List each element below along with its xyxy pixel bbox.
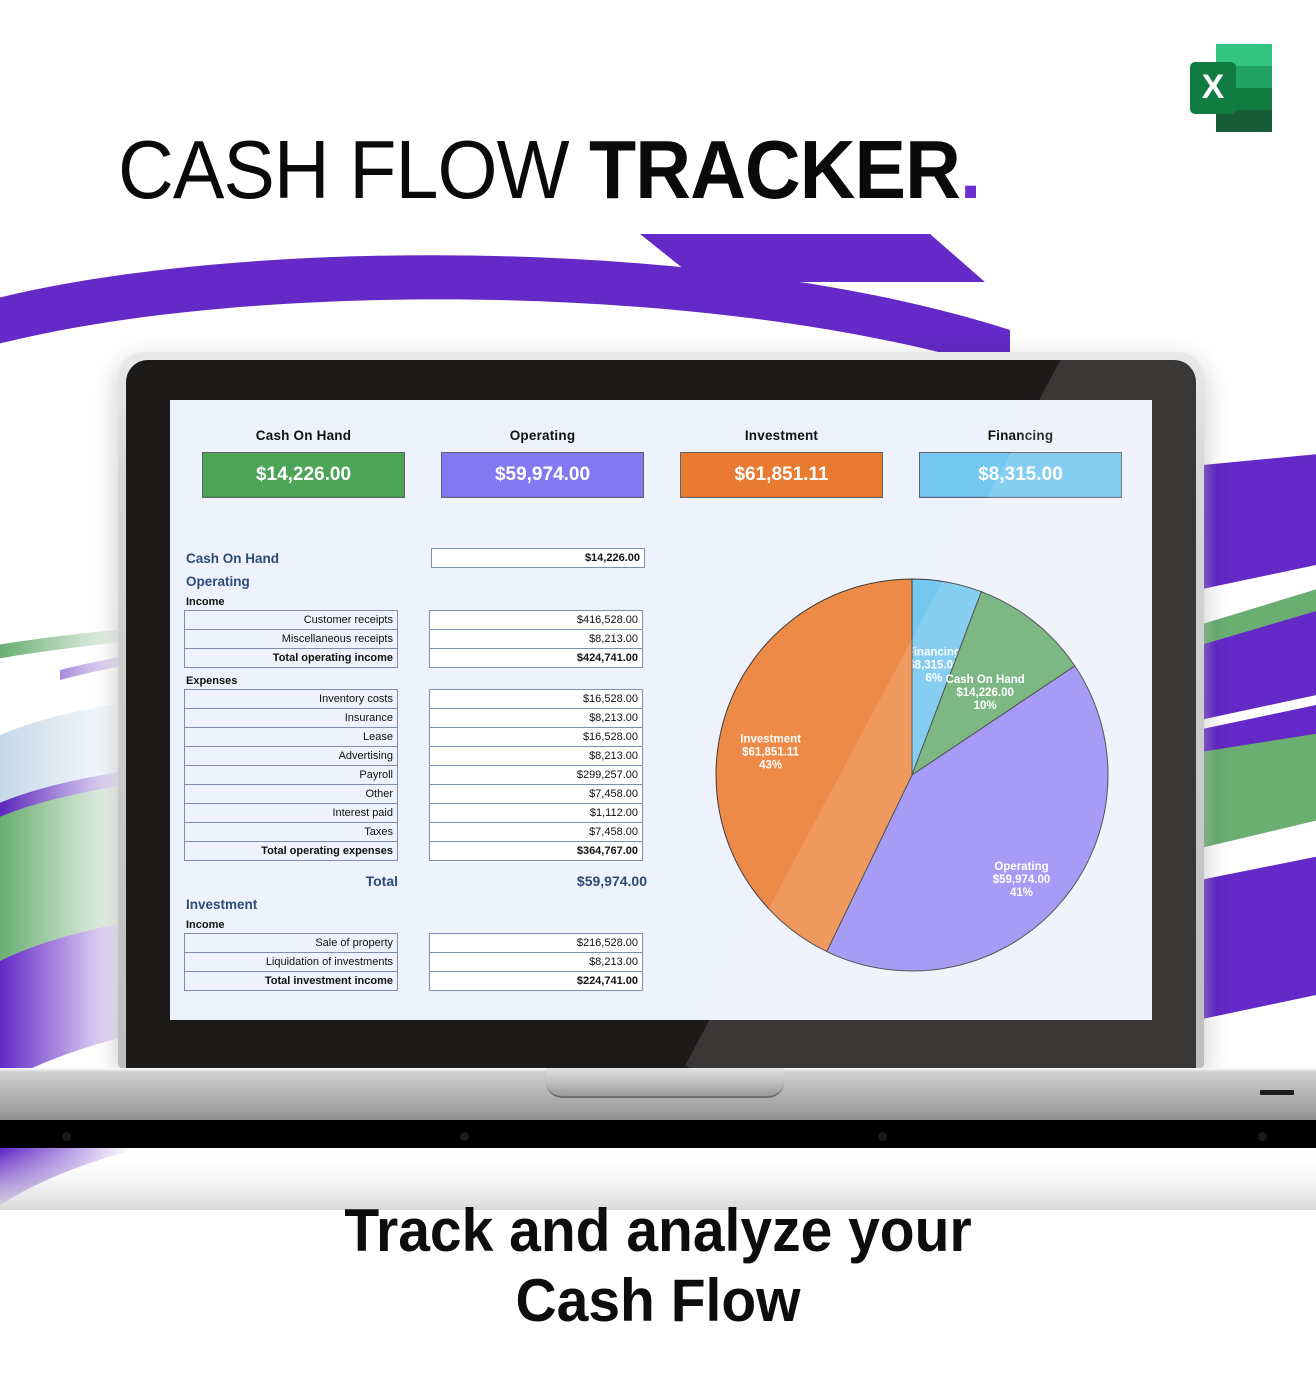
table-row[interactable]: Advertising $8,213.00 <box>184 746 654 765</box>
operating-income-table: Customer receipts $416,528.00 Miscellane… <box>184 610 654 668</box>
cash-on-hand-label: Cash On Hand <box>186 550 280 566</box>
kpi-label: Operating <box>509 428 576 443</box>
row-label: Other <box>184 784 398 803</box>
row-value: $299,257.00 <box>429 765 643 784</box>
table-row[interactable]: Lease $16,528.00 <box>184 727 654 746</box>
kpi-value: $14,226.00 <box>202 452 405 498</box>
row-value: $7,458.00 <box>429 784 643 803</box>
laptop-mockup: Cash On Hand $14,226.00 Operating $59,97… <box>0 352 1316 1148</box>
table-row-total[interactable]: Total operating expenses $364,767.00 <box>184 841 654 861</box>
table-row[interactable]: Liquidation of investments $8,213.00 <box>184 952 654 971</box>
row-label: Lease <box>184 727 398 746</box>
excel-logo: X <box>1176 36 1280 140</box>
table-row[interactable]: Other $7,458.00 <box>184 784 654 803</box>
kpi-card-cash-on-hand[interactable]: Cash On Hand $14,226.00 <box>184 428 423 498</box>
cash-flow-pie-chart[interactable]: Financing $8,315.00 6% Cash On Hand $14,226.… <box>690 550 1135 1000</box>
kpi-row: Cash On Hand $14,226.00 Operating $59,97… <box>184 428 1140 498</box>
row-label: Miscellaneous receipts <box>184 629 398 648</box>
row-label: Inventory costs <box>184 689 398 708</box>
investment-income-title: Income <box>186 919 225 931</box>
laptop-foot <box>1258 1132 1267 1141</box>
row-value: $416,528.00 <box>429 610 643 629</box>
row-label: Liquidation of investments <box>184 952 398 971</box>
page-title-bold: TRACKER <box>589 123 961 216</box>
operating-expenses-title: Expenses <box>186 675 238 687</box>
table-row[interactable]: Payroll $299,257.00 <box>184 765 654 784</box>
kpi-value: $59,974.00 <box>441 452 644 498</box>
caption-line-2: Cash Flow <box>515 1267 801 1334</box>
laptop-edge-marker <box>1260 1090 1294 1095</box>
laptop-base-underside <box>0 1120 1316 1148</box>
row-value: $364,767.00 <box>429 841 643 861</box>
grand-total-label: Total <box>365 873 398 889</box>
row-value: $8,213.00 <box>429 952 643 971</box>
operating-income-title: Income <box>186 596 225 608</box>
cash-on-hand-value: $14,226.00 <box>431 548 645 568</box>
kpi-card-operating[interactable]: Operating $59,974.00 <box>423 428 662 498</box>
row-label: Interest paid <box>184 803 398 822</box>
table-row[interactable]: Insurance $8,213.00 <box>184 708 654 727</box>
laptop-foot <box>460 1132 469 1141</box>
investment-section-title: Investment <box>186 897 258 912</box>
kpi-card-investment[interactable]: Investment $61,851.11 <box>662 428 901 498</box>
row-value: $224,741.00 <box>429 971 643 991</box>
operating-grand-total: Total $59,974.00 <box>184 873 654 889</box>
row-value: $16,528.00 <box>429 689 643 708</box>
row-value: $424,741.00 <box>429 648 643 668</box>
grand-total-value: $59,974.00 <box>576 873 647 889</box>
page-title-light: CASH FLOW <box>118 123 590 216</box>
row-label: Total investment income <box>184 971 398 991</box>
row-label: Advertising <box>184 746 398 765</box>
laptop-screen: Cash On Hand $14,226.00 Operating $59,97… <box>170 400 1152 1020</box>
table-row-total[interactable]: Total investment income $224,741.00 <box>184 971 654 991</box>
kpi-value: $61,851.11 <box>680 452 883 498</box>
kpi-label: Financing <box>987 428 1054 443</box>
laptop-foot <box>878 1132 887 1141</box>
cash-on-hand-row[interactable]: Cash On Hand $14,226.00 <box>184 548 654 568</box>
kpi-card-financing[interactable]: Financing $8,315.00 <box>901 428 1140 498</box>
row-value: $8,213.00 <box>429 708 643 727</box>
page-caption: Track and analyze your Cash Flow <box>33 1196 1283 1336</box>
table-row-total[interactable]: Total operating income $424,741.00 <box>184 648 654 668</box>
page-title: CASH FLOW TRACKER. <box>118 128 981 212</box>
row-value: $8,213.00 <box>429 629 643 648</box>
row-label: Insurance <box>184 708 398 727</box>
row-label: Payroll <box>184 765 398 784</box>
spreadsheet-dashboard: Cash On Hand $14,226.00 Operating $59,97… <box>170 400 1152 1020</box>
investment-income-table: Sale of property $216,528.00 Liquidation… <box>184 933 654 991</box>
excel-logo-letter: X <box>1202 68 1225 106</box>
kpi-value: $8,315.00 <box>919 452 1122 498</box>
page-header: CASH FLOW TRACKER. X <box>0 0 1316 240</box>
table-row[interactable]: Miscellaneous receipts $8,213.00 <box>184 629 654 648</box>
operating-expenses-table: Inventory costs $16,528.00 Insurance $8,… <box>184 689 654 861</box>
laptop-foot <box>62 1132 71 1141</box>
table-row[interactable]: Sale of property $216,528.00 <box>184 933 654 952</box>
row-value: $8,213.00 <box>429 746 643 765</box>
row-value: $1,112.00 <box>429 803 643 822</box>
row-label: Total operating income <box>184 648 398 668</box>
table-row[interactable]: Taxes $7,458.00 <box>184 822 654 841</box>
ledger-panel: Cash On Hand $14,226.00 Operating Income… <box>184 548 654 991</box>
kpi-label: Investment <box>744 428 819 443</box>
kpi-label: Cash On Hand <box>255 428 352 443</box>
page-title-dot: . <box>959 123 981 216</box>
row-value: $216,528.00 <box>429 933 643 952</box>
row-label: Total operating expenses <box>184 841 398 861</box>
table-row[interactable]: Inventory costs $16,528.00 <box>184 689 654 708</box>
row-label: Customer receipts <box>184 610 398 629</box>
row-value: $7,458.00 <box>429 822 643 841</box>
row-label: Taxes <box>184 822 398 841</box>
caption-line-1: Track and analyze your <box>344 1197 972 1264</box>
laptop-base-notch <box>546 1068 784 1098</box>
row-label: Sale of property <box>184 933 398 952</box>
operating-section-title: Operating <box>186 574 250 589</box>
row-value: $16,528.00 <box>429 727 643 746</box>
table-row[interactable]: Interest paid $1,112.00 <box>184 803 654 822</box>
table-row[interactable]: Customer receipts $416,528.00 <box>184 610 654 629</box>
